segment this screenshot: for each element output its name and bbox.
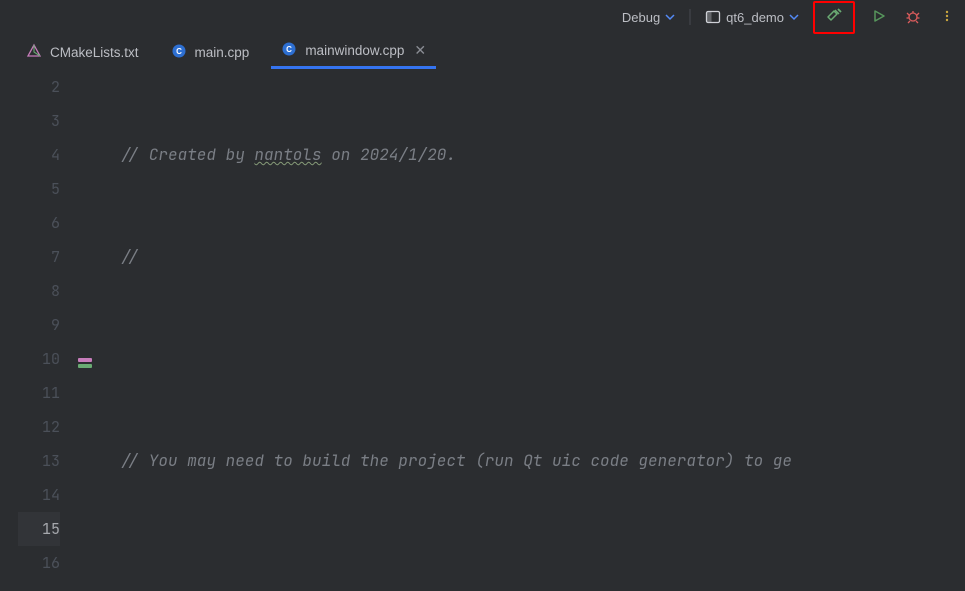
svg-text:C: C xyxy=(286,45,292,54)
line-number: 7 xyxy=(18,240,60,274)
run-target-label: qt6_demo xyxy=(726,10,784,25)
implements-icon[interactable] xyxy=(76,350,94,368)
tab-label: main.cpp xyxy=(195,45,250,60)
line-number: 3 xyxy=(18,104,60,138)
line-number: 17 xyxy=(18,580,60,591)
editor-tabs: CMakeLists.txt C main.cpp C mainwindow.c… xyxy=(0,34,965,70)
line-number: 8 xyxy=(18,274,60,308)
chevron-down-icon xyxy=(789,10,799,25)
kebab-icon xyxy=(940,9,954,26)
code-editor[interactable]: 2 3 4 5 6 7 8 9 10 11 12 13 14 15 16 17 … xyxy=(0,70,965,591)
debug-button[interactable] xyxy=(903,7,923,27)
code-area[interactable]: // Created by nantols on 2024/1/20. // /… xyxy=(102,70,965,591)
breakpoint-strip[interactable] xyxy=(0,70,18,591)
line-number: 13 xyxy=(18,444,60,478)
main-toolbar: Debug qt6_demo xyxy=(0,0,965,34)
line-number: 16 xyxy=(18,546,60,580)
cpp-file-icon: C xyxy=(281,41,297,60)
build-config-label: Debug xyxy=(622,10,660,25)
build-button[interactable] xyxy=(813,1,855,34)
line-number: 12 xyxy=(18,410,60,444)
code-line: // You may need to build the project (ru… xyxy=(120,444,965,478)
bug-icon xyxy=(905,8,921,27)
run-button[interactable] xyxy=(869,7,889,27)
tab-cmakelists[interactable]: CMakeLists.txt xyxy=(16,37,149,68)
line-number: 15 xyxy=(18,512,60,546)
tab-label: mainwindow.cpp xyxy=(305,43,404,58)
tab-mainwindow-cpp[interactable]: C mainwindow.cpp ✕ xyxy=(271,35,436,69)
play-icon xyxy=(872,9,886,26)
line-number-gutter: 2 3 4 5 6 7 8 9 10 11 12 13 14 15 16 17 xyxy=(18,70,74,591)
line-number: 5 xyxy=(18,172,60,206)
toolbar-separator xyxy=(689,9,691,25)
close-tab-button[interactable]: ✕ xyxy=(412,42,426,59)
line-number: 6 xyxy=(18,206,60,240)
cpp-file-icon: C xyxy=(171,43,187,62)
line-number: 14 xyxy=(18,478,60,512)
panel-icon xyxy=(705,9,721,25)
tab-label: CMakeLists.txt xyxy=(50,45,139,60)
cmake-file-icon xyxy=(26,43,42,62)
line-number: 2 xyxy=(18,70,60,104)
more-actions-button[interactable] xyxy=(937,7,957,27)
run-target-dropdown[interactable]: qt6_demo xyxy=(705,9,799,25)
gutter-icons xyxy=(74,70,102,591)
line-number: 11 xyxy=(18,376,60,410)
code-line: // xyxy=(120,240,965,274)
tab-main-cpp[interactable]: C main.cpp xyxy=(161,37,260,68)
code-line xyxy=(120,546,965,580)
code-line xyxy=(120,342,965,376)
hammer-icon xyxy=(825,7,843,28)
line-number: 9 xyxy=(18,308,60,342)
svg-text:C: C xyxy=(176,47,182,56)
line-number: 10 xyxy=(18,342,60,376)
line-number: 4 xyxy=(18,138,60,172)
chevron-down-icon xyxy=(665,10,675,25)
code-line: // Created by nantols on 2024/1/20. xyxy=(120,138,965,172)
build-config-dropdown[interactable]: Debug xyxy=(622,10,675,25)
